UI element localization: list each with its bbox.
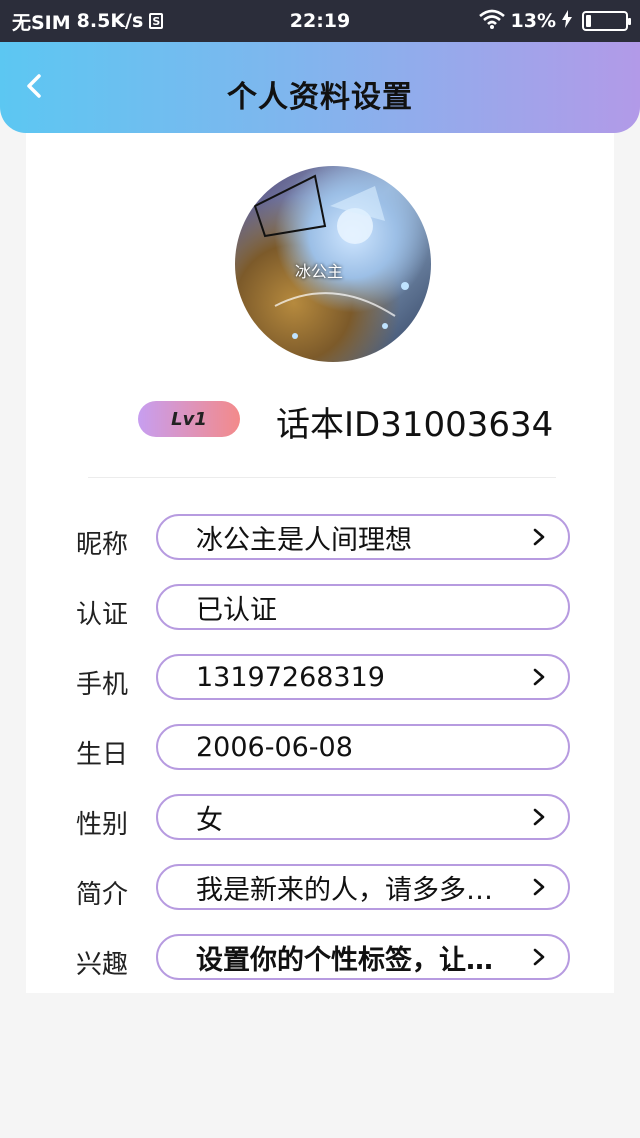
phone-field[interactable]: 13197268319: [156, 654, 570, 700]
bio-field[interactable]: 我是新来的人，请多多…: [156, 864, 570, 910]
gender-label: 性别: [76, 810, 129, 840]
birthday-value: 2006-06-08: [196, 731, 353, 763]
chevron-right-icon: [532, 807, 546, 827]
header-bar: 个人资料设置: [0, 42, 640, 133]
phone-value: 13197268319: [196, 661, 385, 693]
nickname-value: 冰公主是人间理想: [196, 524, 412, 556]
chevron-right-icon: [532, 667, 546, 687]
interests-label: 兴趣: [76, 950, 129, 980]
chevron-right-icon: [532, 947, 546, 967]
s-badge-icon: S: [149, 13, 164, 29]
gender-value: 女: [196, 804, 223, 836]
battery-percent: 13%: [510, 10, 556, 32]
phone-label: 手机: [76, 670, 129, 700]
user-id: 话本ID31003634: [276, 405, 554, 445]
gender-field[interactable]: 女: [156, 794, 570, 840]
status-bar: 无SIM 8.5K/s S 22:19 13%: [0, 0, 640, 42]
profile-card: 冰公主 Lv1 话本ID31003634 昵称 冰公主是人间理想 认证 已认证 …: [26, 133, 614, 993]
birthday-field[interactable]: 2006-06-08: [156, 724, 570, 770]
nickname-label: 昵称: [76, 530, 129, 560]
chevron-right-icon: [532, 877, 546, 897]
verification-label: 认证: [76, 600, 129, 630]
status-bar-right: 13%: [478, 9, 631, 34]
carrier-text: 无SIM: [12, 11, 71, 34]
interests-field[interactable]: 设置你的个性标签，让…: [156, 934, 570, 980]
status-bar-left: 无SIM 8.5K/s S: [12, 8, 164, 35]
avatar-caption: 冰公主: [295, 262, 344, 281]
divider: [88, 477, 556, 478]
nickname-field[interactable]: 冰公主是人间理想: [156, 514, 570, 560]
interests-value: 设置你的个性标签，让…: [196, 944, 493, 976]
verification-value: 已认证: [196, 594, 277, 626]
bio-label: 简介: [76, 880, 129, 910]
avatar[interactable]: 冰公主: [235, 166, 431, 362]
page-title: 个人资料设置: [227, 80, 413, 115]
wifi-icon: [478, 9, 505, 34]
battery-fill: [586, 15, 591, 27]
battery-icon: [582, 11, 631, 31]
birthday-label: 生日: [76, 740, 129, 770]
bio-value: 我是新来的人，请多多…: [196, 874, 493, 906]
level-badge: Lv1: [138, 401, 240, 437]
lightning-icon: [562, 9, 572, 33]
network-speed: 8.5K/s: [76, 10, 144, 32]
chevron-right-icon: [532, 527, 546, 547]
verification-field[interactable]: 已认证: [156, 584, 570, 630]
